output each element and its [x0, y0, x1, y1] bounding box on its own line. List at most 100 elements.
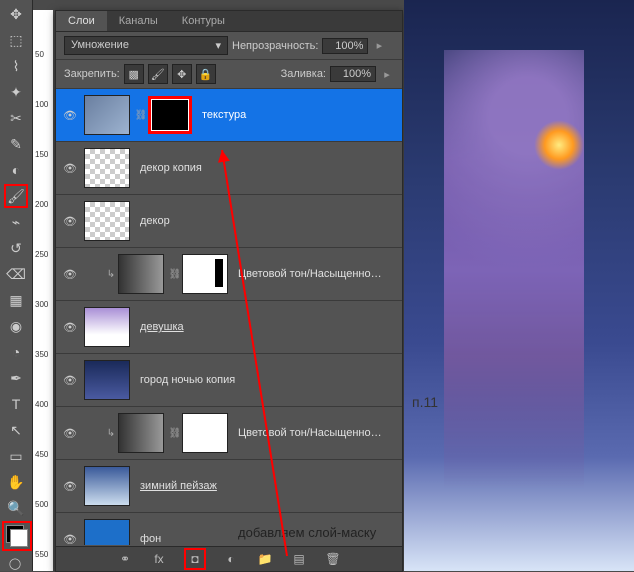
wand-tool[interactable]: ✦	[4, 80, 28, 104]
layer-row[interactable]: 👁 декор копия	[56, 142, 402, 195]
blur-tool[interactable]: ◉	[4, 314, 28, 338]
layer-name: город ночью копия	[140, 374, 235, 386]
eye-icon[interactable]: 👁	[60, 476, 80, 496]
brush-tool[interactable]: 🖌	[4, 184, 28, 208]
eye-icon[interactable]: 👁	[60, 264, 80, 284]
eyedropper-tool[interactable]: ✎	[4, 132, 28, 156]
fill-arrow-icon[interactable]: ▸	[380, 67, 394, 81]
zoom-tool[interactable]: 🔍	[4, 496, 28, 520]
eye-icon[interactable]: 👁	[60, 529, 80, 545]
layer-mask-thumbnail[interactable]	[182, 413, 228, 453]
layer-thumbnail[interactable]	[84, 466, 130, 506]
new-layer-icon[interactable]: ▤	[290, 550, 308, 568]
type-tool[interactable]: T	[4, 392, 28, 416]
layer-thumbnail[interactable]	[84, 519, 130, 545]
step-caption: п.11	[412, 394, 438, 410]
link-icon: ⛓	[134, 108, 148, 122]
path-select-tool[interactable]: ↖	[4, 418, 28, 442]
tools-toolbar: ✥ ⬚ ⌇ ✦ ✂ ✎ ◐ 🖌 ⌁ ↺ ⌫ ▦ ◉ ◔ ✒ T ↖ ▭ ✋ 🔍 …	[0, 0, 33, 571]
layer-thumbnail[interactable]	[84, 148, 130, 188]
background-color[interactable]	[10, 529, 28, 547]
ruler-mark: 350	[35, 350, 48, 359]
layer-row[interactable]: 👁 девушка	[56, 301, 402, 354]
opacity-label: Непрозрачность:	[232, 40, 318, 52]
layer-thumbnail[interactable]	[84, 95, 130, 135]
ruler-mark: 50	[35, 50, 44, 59]
fill-label: Заливка:	[281, 68, 326, 80]
ruler-mark: 250	[35, 250, 48, 259]
layer-row[interactable]: 👁 ↳ ⛓ Цветовой тон/Насыщенно…	[56, 407, 402, 460]
quickmask-toggle[interactable]: ◯	[4, 555, 26, 571]
layers-panel: Слои Каналы Контуры Умножение ▾ Непрозра…	[55, 10, 403, 572]
fx-icon[interactable]: fx	[150, 550, 168, 568]
clip-icon: ↳	[104, 267, 118, 281]
history-brush-tool[interactable]: ↺	[4, 236, 28, 260]
layer-name: фон	[140, 533, 161, 545]
opacity-arrow-icon[interactable]: ▸	[372, 39, 386, 53]
adjustment-thumbnail[interactable]	[118, 413, 164, 453]
layer-row[interactable]: 👁 город ночью копия	[56, 354, 402, 407]
layer-row[interactable]: 👁 ⛓ текстура	[56, 89, 402, 142]
move-tool[interactable]: ✥	[4, 2, 28, 26]
layer-name: Цветовой тон/Насыщенно…	[238, 427, 382, 439]
add-mask-icon[interactable]: ◘	[184, 548, 206, 570]
eye-icon[interactable]: 👁	[60, 211, 80, 231]
delete-layer-icon[interactable]: 🗑	[324, 550, 342, 568]
eye-icon[interactable]: 👁	[60, 317, 80, 337]
fill-input[interactable]: 100%	[330, 66, 376, 82]
eye-icon[interactable]: 👁	[60, 423, 80, 443]
lasso-tool[interactable]: ⌇	[4, 54, 28, 78]
marquee-tool[interactable]: ⬚	[4, 28, 28, 52]
layer-row[interactable]: 👁 зимний пейзаж	[56, 460, 402, 513]
annotation-mask-label: добавляем слой-маску	[238, 525, 376, 540]
layer-thumbnail[interactable]	[84, 201, 130, 241]
ruler-mark: 200	[35, 200, 48, 209]
lock-label: Закрепить:	[64, 68, 120, 80]
layer-mask-thumbnail[interactable]	[148, 96, 192, 134]
tab-layers[interactable]: Слои	[56, 11, 107, 31]
ruler-mark: 450	[35, 450, 48, 459]
opacity-input[interactable]: 100%	[322, 38, 368, 54]
gradient-tool[interactable]: ▦	[4, 288, 28, 312]
lock-all-icon[interactable]: 🔒	[196, 64, 216, 84]
blend-mode-dropdown[interactable]: Умножение ▾	[64, 36, 228, 55]
dodge-tool[interactable]: ◔	[4, 340, 28, 364]
ruler-mark: 300	[35, 300, 48, 309]
layer-row[interactable]: 👁 декор	[56, 195, 402, 248]
crop-tool[interactable]: ✂	[4, 106, 28, 130]
layer-mask-thumbnail[interactable]	[182, 254, 228, 294]
lock-position-icon[interactable]: ✥	[172, 64, 192, 84]
panel-footer: ⚭ fx ◘ ◐ 📁 ▤ 🗑	[56, 546, 402, 571]
eraser-tool[interactable]: ⌫	[4, 262, 28, 286]
blend-mode-value: Умножение	[71, 39, 129, 52]
layer-thumbnail[interactable]	[84, 307, 130, 347]
ruler-mark: 500	[35, 500, 48, 509]
canvas-preview	[404, 0, 634, 571]
pen-tool[interactable]: ✒	[4, 366, 28, 390]
adjustment-layer-icon[interactable]: ◐	[222, 550, 240, 568]
chevron-down-icon: ▾	[215, 39, 221, 52]
layer-name: текстура	[202, 109, 246, 121]
color-swatches[interactable]	[2, 521, 32, 551]
layer-thumbnail[interactable]	[84, 360, 130, 400]
ruler-mark: 550	[35, 550, 48, 559]
lock-transparency-icon[interactable]: ▩	[124, 64, 144, 84]
lock-pixels-icon[interactable]: 🖌	[148, 64, 168, 84]
heal-tool[interactable]: ◐	[4, 158, 28, 182]
eye-icon[interactable]: 👁	[60, 105, 80, 125]
tab-channels[interactable]: Каналы	[107, 11, 170, 31]
panel-tabs: Слои Каналы Контуры	[56, 11, 402, 32]
blend-row: Умножение ▾ Непрозрачность: 100% ▸	[56, 32, 402, 60]
new-group-icon[interactable]: 📁	[256, 550, 274, 568]
hand-tool[interactable]: ✋	[4, 470, 28, 494]
stamp-tool[interactable]: ⌁	[4, 210, 28, 234]
eye-icon[interactable]: 👁	[60, 158, 80, 178]
adjustment-thumbnail[interactable]	[118, 254, 164, 294]
tab-paths[interactable]: Контуры	[170, 11, 237, 31]
link-layers-icon[interactable]: ⚭	[116, 550, 134, 568]
eye-icon[interactable]: 👁	[60, 370, 80, 390]
layer-row[interactable]: 👁 ↳ ⛓ Цветовой тон/Насыщенно…	[56, 248, 402, 301]
shape-tool[interactable]: ▭	[4, 444, 28, 468]
link-icon: ⛓	[168, 267, 182, 281]
ruler-mark: 100	[35, 100, 48, 109]
